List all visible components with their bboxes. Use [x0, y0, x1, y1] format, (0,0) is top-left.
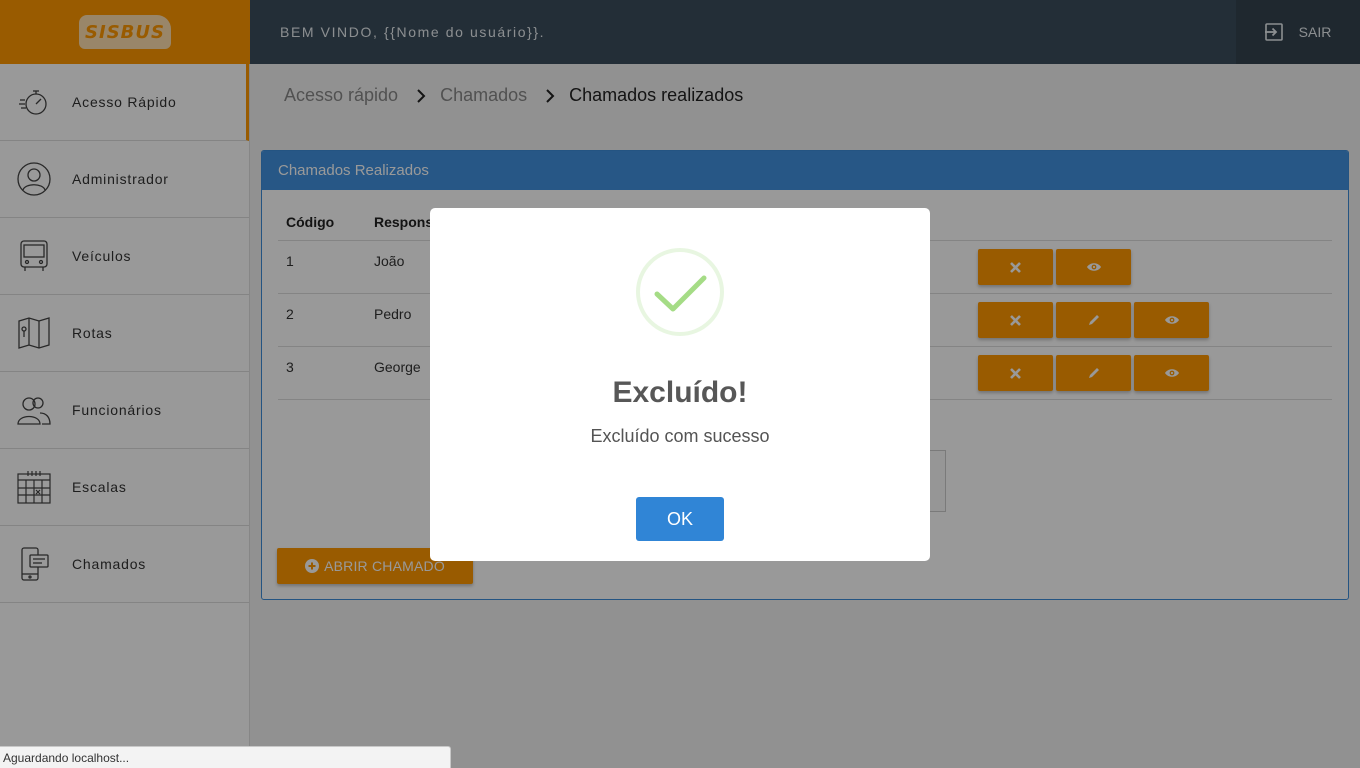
ok-button[interactable]: OK — [636, 497, 724, 541]
browser-status-bar: Aguardando localhost... — [0, 746, 451, 768]
checkmark-icon — [636, 248, 724, 336]
dialog-title: Excluído! — [612, 376, 748, 409]
success-dialog: Excluído! Excluído com sucesso OK — [430, 208, 930, 561]
dialog-message: Excluído com sucesso — [590, 426, 770, 446]
